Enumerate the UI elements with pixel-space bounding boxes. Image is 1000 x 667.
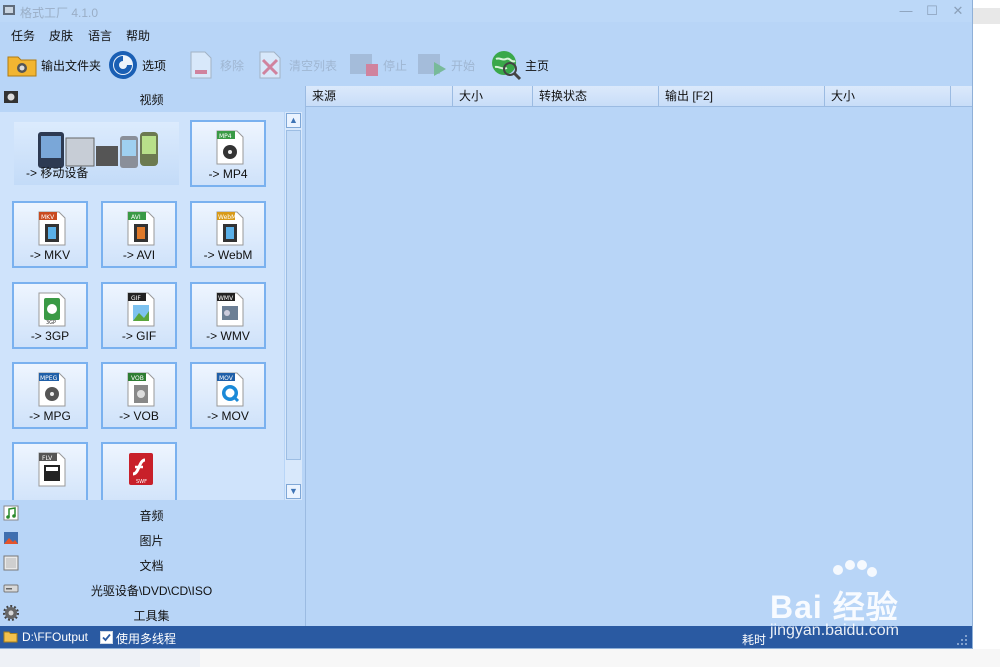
format-factory-window: 格式工厂 4.1.0 — ☐ ✕ 任务 皮肤 语言 帮助 输出文件夹 选项 移除 (0, 0, 973, 649)
menu-help[interactable]: 帮助 (126, 27, 150, 44)
mp4-badge: MP4 (219, 133, 232, 140)
column-source[interactable]: 来源 (306, 86, 453, 106)
options-button[interactable]: 选项 (107, 46, 166, 84)
column-status[interactable]: 转换状态 (533, 86, 659, 106)
avi-file-icon: AVI (127, 211, 155, 246)
category-tools[interactable]: 工具集 (0, 602, 303, 626)
stop-button[interactable]: 停止 (348, 46, 407, 84)
mkv-file-icon: MKV (38, 211, 66, 246)
webm-badge: WebM (218, 214, 236, 221)
output-folder-icon (3, 631, 18, 643)
task-list-table: 来源 大小 转换状态 输出 [F2] 大小 (305, 86, 972, 626)
category-audio[interactable]: 音频 (0, 502, 303, 526)
webm-file-icon: WebM (216, 211, 244, 246)
swf-flash-icon: SWF (129, 453, 153, 485)
mkv-badge: MKV (41, 214, 55, 221)
title-bar: 格式工厂 4.1.0 — ☐ ✕ (0, 0, 972, 22)
home-button[interactable]: 主页 (490, 46, 549, 84)
resize-grip-icon[interactable] (956, 634, 968, 646)
options-gear-icon (107, 49, 139, 81)
menu-task[interactable]: 任务 (11, 27, 35, 44)
elapsed-time-label: 耗时 (742, 633, 767, 647)
app-icon (3, 5, 15, 15)
tile-gif[interactable]: GIF -> GIF (101, 282, 177, 349)
column-output[interactable]: 输出 [F2] (659, 86, 825, 106)
scroll-up-button[interactable]: ▲ (286, 113, 301, 128)
start-icon (416, 49, 448, 81)
tile-mkv[interactable]: MKV -> MKV (12, 201, 88, 268)
remove-button[interactable]: 移除 (185, 46, 244, 84)
wmv-file-icon: WMV (216, 292, 244, 327)
status-bar: D:\FFOutput 使用多线程 耗时 (0, 626, 972, 648)
menu-bar: 任务 皮肤 语言 帮助 (0, 24, 972, 44)
background-page-bottom (200, 649, 1000, 667)
maximize-button[interactable]: ☐ (919, 2, 945, 20)
format-grid-scrollbar[interactable]: ▲ ▼ (285, 112, 302, 500)
start-button[interactable]: 开始 (416, 46, 475, 84)
gif-badge: GIF (131, 295, 141, 302)
table-header: 来源 大小 转换状态 输出 [F2] 大小 (306, 86, 972, 107)
3gp-file-icon: 3GP (38, 292, 66, 327)
avi-badge: AVI (131, 214, 141, 221)
clear-list-button[interactable]: 清空列表 (254, 46, 337, 84)
output-path[interactable]: D:\FFOutput (22, 630, 88, 644)
category-video[interactable]: 视频 (0, 86, 303, 110)
home-globe-icon (490, 49, 522, 81)
category-image[interactable]: 图片 (0, 527, 303, 551)
3gp-badge: 3GP (46, 320, 56, 326)
menu-skin[interactable]: 皮肤 (49, 27, 73, 44)
multithread-checkbox[interactable] (100, 631, 113, 644)
close-button[interactable]: ✕ (945, 2, 971, 20)
tile-avi[interactable]: AVI -> AVI (101, 201, 177, 268)
tile-flv[interactable]: FLV (12, 442, 88, 500)
vob-badge: VOB (131, 375, 144, 382)
clear-list-icon (254, 49, 286, 81)
scroll-down-button[interactable]: ▼ (286, 484, 301, 499)
mpeg-file-icon: MPEG (38, 372, 66, 407)
tile-mpg[interactable]: MPEG -> MPG (12, 362, 88, 429)
menu-language[interactable]: 语言 (88, 27, 112, 44)
tile-mp4[interactable]: MP4 -> MP4 (190, 120, 266, 187)
category-optical-drive[interactable]: 光驱设备\DVD\CD\ISO (0, 577, 303, 601)
column-output-size[interactable]: 大小 (825, 86, 951, 106)
wmv-badge: WMV (218, 295, 234, 302)
tile-vob[interactable]: VOB -> VOB (101, 362, 177, 429)
tile-mobile-device[interactable]: -> 移动设备 (12, 120, 181, 187)
mpeg-badge: MPEG (40, 375, 58, 382)
mov-quicktime-icon: MOV (216, 372, 244, 407)
remove-icon (185, 49, 217, 81)
video-format-grid: -> 移动设备 MP4 -> MP4 MKV -> MKV AVI -> AVI… (0, 112, 284, 500)
multithread-label: 使用多线程 (116, 632, 177, 646)
tile-swf[interactable]: SWF (101, 442, 177, 500)
mp4-file-icon: MP4 (216, 130, 244, 165)
mov-badge: MOV (219, 375, 234, 382)
output-folder-button[interactable]: 输出文件夹 (6, 46, 101, 84)
gif-file-icon: GIF (127, 292, 155, 327)
category-panel: 视频 -> 移动设备 MP4 -> MP4 MKV -> MKV AVI -> … (0, 86, 303, 626)
tile-webm[interactable]: WebM -> WebM (190, 201, 266, 268)
tile-mov[interactable]: MOV -> MOV (190, 362, 266, 429)
tile-3gp[interactable]: 3GP -> 3GP (12, 282, 88, 349)
toolbar: 输出文件夹 选项 移除 清空列表 停止 开始 主页 (0, 46, 972, 86)
minimize-button[interactable]: — (893, 2, 919, 20)
background-page-strip (973, 0, 1000, 667)
scroll-thumb[interactable] (286, 130, 301, 460)
category-document[interactable]: 文档 (0, 552, 303, 576)
folder-icon (6, 49, 38, 81)
flv-file-icon: FLV (38, 452, 66, 487)
swf-badge: SWF (136, 479, 147, 485)
window-title: 格式工厂 4.1.0 (20, 6, 99, 20)
tile-wmv[interactable]: WMV -> WMV (190, 282, 266, 349)
flv-badge: FLV (42, 455, 53, 462)
column-size[interactable]: 大小 (453, 86, 533, 106)
stop-icon (348, 49, 380, 81)
vob-file-icon: VOB (127, 372, 155, 407)
